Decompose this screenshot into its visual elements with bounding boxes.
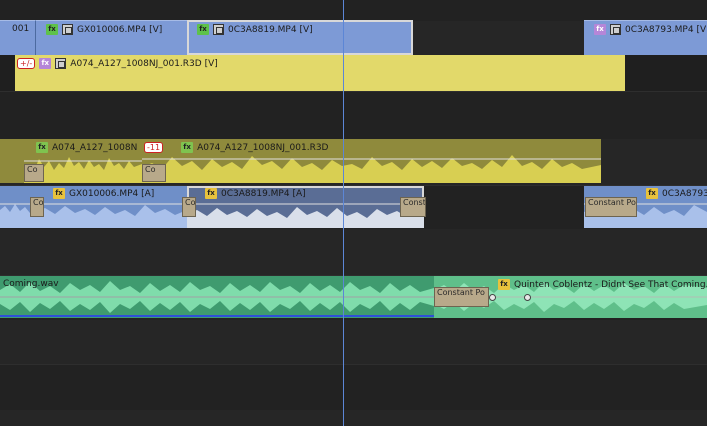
clip-label-wrap: fx Quinten Coblentz - Didnt See That Com… [498,279,707,290]
video-clip-0c3a8819[interactable]: fx 0C3A8819.MP4 [V] [187,20,413,55]
track-a6 [0,364,707,411]
link-icon [55,58,67,69]
audio-transition-6[interactable]: Constant Po [585,197,637,217]
track-a7 [0,410,707,426]
clip-label: A074_A127_1008N [52,142,138,153]
fx-icon: fx [646,188,658,199]
fx-icon: fx [594,24,606,35]
fx-icon: fx [39,58,52,69]
clip-label-wrap: Coming.wav [3,279,59,289]
audio-clip-0c3a8819-a[interactable]: fx 0C3A8819.MP4 [A] [187,186,424,228]
audio-transition-1[interactable]: Co [24,164,44,182]
audio-clip-gx010006-a[interactable]: fx GX010006.MP4 [A] [35,186,187,228]
clip-label: 001 [12,24,30,34]
clip-label: 0C3A8793 [662,188,707,199]
clip-label-wrap: +/- fx A074_A127_1008NJ_001.R3D [V] [17,58,218,69]
link-icon [610,24,621,35]
audio-transition-4[interactable]: Co [182,197,196,217]
fx-icon: fx [46,24,58,35]
volume-keyframe-2[interactable] [524,294,531,301]
audio-clip-a074-part3[interactable]: -11 fx A074_A127_1008NJ_001.R3D [142,139,601,183]
audio-clip-a074-part1[interactable] [0,139,24,183]
video-clip-0c3a8793[interactable]: fx 0C3A8793.MP4 [V] [584,20,707,55]
track-v3 [0,0,707,22]
clip-label: GX010006.MP4 [V] [77,24,163,35]
video-clip-gx010006[interactable]: fx GX010006.MP4 [V] [35,20,187,55]
fx-icon: fx [181,142,194,153]
track-a5 [0,320,707,365]
volume-keyframe-1[interactable] [489,294,496,301]
clip-label: 0C3A8793.MP4 [V] [625,24,707,35]
clip-label: 0C3A8819.MP4 [A] [221,188,306,199]
audio-transition-constant-power[interactable]: Constant Po [434,287,489,307]
track-empty-1 [0,91,707,140]
clip-label-wrap: -11 fx A074_A127_1008NJ_001.R3D [144,142,329,153]
waveform [0,281,434,317]
clip-label-wrap: fx GX010006.MP4 [A] [53,188,154,199]
clip-label: A074_A127_1008NJ_001.R3D [V] [70,58,218,69]
clip-label-wrap: 001 [12,24,29,34]
track-a3 [0,229,707,276]
audio-transition-3[interactable]: Co [30,197,44,217]
clip-label: Coming.wav [3,279,59,289]
audio-transition-2[interactable]: Co [142,164,166,182]
link-icon [213,24,224,35]
clip-label: A074_A127_1008NJ_001.R3D [197,142,329,153]
clip-label: GX010006.MP4 [A] [69,188,155,199]
clip-label-wrap: fx 0C3A8819.MP4 [A] [205,188,306,199]
fx-icon: fx [197,24,209,35]
clip-label: 0C3A8819.MP4 [V] [228,24,313,35]
playhead[interactable] [343,0,344,426]
audio-transition-5[interactable]: Const [400,197,426,217]
clip-label-wrap: fx GX010006.MP4 [V] [46,24,162,35]
link-icon [62,24,73,35]
video-clip-001[interactable]: 001 [0,20,35,55]
clip-label-wrap: fx 0C3A8793.MP4 [V] [594,24,707,35]
audio-clip-coming-wav[interactable]: Coming.wav [0,276,434,318]
clip-label-wrap: fx A074_A127_1008N [36,142,137,153]
clip-label-wrap: fx 0C3A8793 [646,188,707,199]
fx-icon: fx [205,188,217,199]
video-clip-a074-r3d[interactable]: +/- fx A074_A127_1008NJ_001.R3D [V] [15,55,625,91]
fx-icon: fx [53,188,65,199]
gain-badge: -11 [144,142,164,153]
timeline-panel[interactable]: 001 fx GX010006.MP4 [V] fx 0C3A8819.MP4 … [0,0,707,426]
clip-label-wrap: fx 0C3A8819.MP4 [V] [197,24,313,35]
fx-icon: fx [498,279,510,290]
fx-icon: fx [36,142,48,153]
speed-badge: +/- [17,58,36,69]
clip-label: Quinten Coblentz - Didnt See That Coming… [514,279,707,290]
